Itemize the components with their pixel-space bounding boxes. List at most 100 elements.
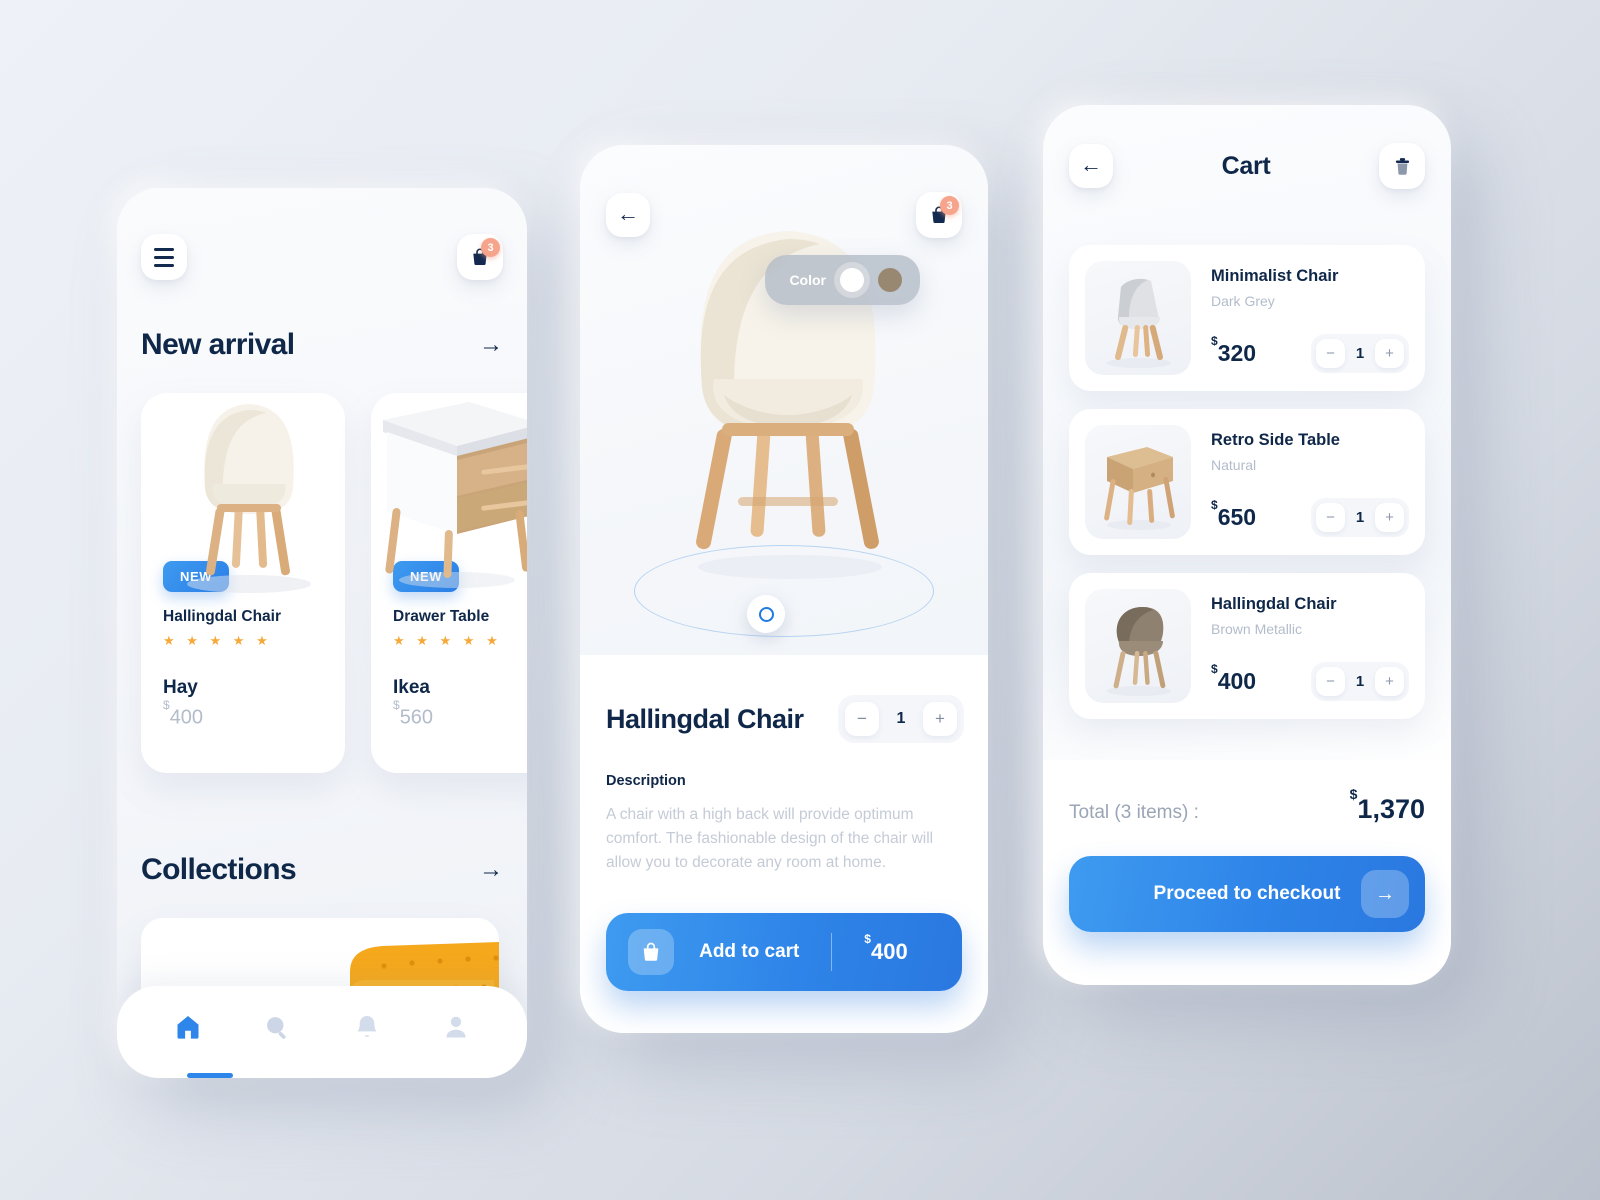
cart-screen: ← Cart Minimalist Chair Dark Grey $320 −… <box>1043 105 1451 985</box>
cart-item-body: Minimalist Chair Dark Grey $320 − 1 + <box>1191 261 1409 375</box>
cart-item-name: Retro Side Table <box>1211 431 1340 449</box>
new-arrival-cards: NEW Hallingdal Chair ★ ★ ★ ★ ★ Hay $400 … <box>141 393 527 773</box>
collections-arrow-icon[interactable]: → <box>479 858 503 882</box>
price-value: 560 <box>399 706 434 729</box>
tab-profile[interactable] <box>434 1005 478 1049</box>
quantity-stepper: − 1 + <box>1311 334 1409 373</box>
currency-symbol: $ <box>1349 786 1358 803</box>
cart-item-bottom: $400 − 1 + <box>1211 662 1409 701</box>
cart-item-bottom: $320 − 1 + <box>1211 334 1409 373</box>
collections-title: Collections <box>141 853 297 886</box>
product-image-stage: Color ← 3 <box>580 145 988 655</box>
tab-search[interactable] <box>255 1005 299 1049</box>
price-value: 650 <box>1217 504 1257 530</box>
total-label: Total (3 items) : <box>1069 802 1199 823</box>
cart-button[interactable]: 3 <box>457 234 503 280</box>
product-thumbnail <box>1085 589 1191 703</box>
quantity-decrease-button[interactable]: − <box>1316 667 1345 696</box>
quantity-decrease-button[interactable]: − <box>1316 339 1345 368</box>
quantity-decrease-button[interactable]: − <box>845 702 879 736</box>
rating-stars: ★ ★ ★ ★ ★ <box>393 633 502 648</box>
cart-item-price: $320 <box>1211 334 1256 367</box>
add-to-cart-price: $400 <box>832 932 940 965</box>
cart-topbar: ← Cart <box>1069 143 1425 189</box>
collections-header: Collections → <box>141 853 503 887</box>
page-indicator <box>187 1073 233 1078</box>
product-card[interactable]: NEW Drawer Table ★ ★ ★ ★ ★ Ikea $560 <box>371 393 527 773</box>
currency-symbol: $ <box>163 698 170 713</box>
detail-topbar: ← 3 <box>606 192 962 238</box>
cart-item-variant: Brown Metallic <box>1211 621 1303 637</box>
cart-item-bottom: $650 − 1 + <box>1211 498 1409 537</box>
rotate-360-handle[interactable] <box>747 595 785 633</box>
add-to-cart-label: Add to cart <box>699 941 800 962</box>
cart-item-variant: Natural <box>1211 457 1257 473</box>
cart-item-name: Hallingdal Chair <box>1211 595 1337 613</box>
arrow-left-icon: ← <box>1080 151 1102 177</box>
product-card[interactable]: NEW Hallingdal Chair ★ ★ ★ ★ ★ Hay $400 <box>141 393 345 773</box>
rating-stars: ★ ★ ★ ★ ★ <box>163 633 272 648</box>
back-button[interactable]: ← <box>606 193 650 237</box>
product-name: Hallingdal Chair <box>163 608 281 625</box>
quantity-stepper: − 1 + <box>838 695 964 743</box>
bell-icon <box>357 1016 377 1037</box>
price-value: 400 <box>870 939 908 964</box>
cart-item[interactable]: Hallingdal Chair Brown Metallic $400 − 1… <box>1069 573 1425 719</box>
cart-item-price: $650 <box>1211 498 1257 531</box>
page-title: Cart <box>1221 151 1271 180</box>
color-label: Color <box>789 272 826 288</box>
quantity-stepper: − 1 + <box>1311 498 1409 537</box>
description-text: A chair with a high back will provide op… <box>606 806 934 872</box>
cart-item-body: Hallingdal Chair Brown Metallic $400 − 1… <box>1191 589 1409 703</box>
arrow-right-icon: → <box>1361 870 1409 918</box>
price-value: 400 <box>1217 668 1257 694</box>
product-image-minimalist-chair <box>1107 278 1171 368</box>
back-button[interactable]: ← <box>1069 144 1113 188</box>
quantity-increase-button[interactable]: + <box>1375 667 1404 696</box>
color-swatch-brown[interactable] <box>878 268 902 292</box>
bottom-tab-bar <box>117 986 527 1078</box>
tab-home[interactable] <box>166 1005 210 1049</box>
cart-item-name: Minimalist Chair <box>1211 267 1339 285</box>
cart-footer: Total (3 items) : $1,370 Proceed to chec… <box>1043 760 1451 985</box>
trash-icon <box>1395 157 1409 175</box>
proceed-to-checkout-button[interactable]: Proceed to checkout → <box>1069 856 1425 932</box>
quantity-decrease-button[interactable]: − <box>1316 503 1345 532</box>
product-price: $400 <box>163 698 329 730</box>
quantity-increase-button[interactable]: + <box>1375 503 1404 532</box>
hamburger-menu-icon[interactable] <box>141 234 187 280</box>
rotate-ring-icon <box>758 606 774 622</box>
product-thumbnail <box>1085 425 1191 539</box>
currency-symbol: $ <box>864 932 871 947</box>
currency-symbol: $ <box>1211 661 1218 676</box>
add-to-cart-button[interactable]: Add to cart $400 <box>606 913 962 991</box>
quantity-stepper: − 1 + <box>1311 662 1409 701</box>
cart-item-body: Retro Side Table Natural $650 − 1 + <box>1191 425 1409 539</box>
cart-item-price: $400 <box>1211 662 1257 695</box>
description-label: Description <box>606 773 686 789</box>
product-image-hallingdal-chair-brown <box>1107 607 1171 696</box>
new-badge: NEW <box>393 561 460 592</box>
new-arrival-arrow-icon[interactable]: → <box>479 333 503 357</box>
cart-items-list: Minimalist Chair Dark Grey $320 − 1 + Re… <box>1069 245 1425 719</box>
product-thumbnail <box>1085 261 1191 375</box>
home-topbar: 3 <box>141 234 503 280</box>
quantity-value: 1 <box>896 710 906 727</box>
quantity-increase-button[interactable]: + <box>923 702 957 736</box>
product-brand: Hay <box>163 677 198 698</box>
product-image-retro-side-table <box>1104 447 1175 530</box>
color-swatch-white[interactable] <box>840 268 864 292</box>
tab-notifications[interactable] <box>345 1005 389 1049</box>
product-price: $560 <box>393 698 527 730</box>
shopping-bag-icon <box>643 942 659 961</box>
cart-button[interactable]: 3 <box>916 192 962 238</box>
quantity-increase-button[interactable]: + <box>1375 339 1404 368</box>
product-info-panel: Hallingdal Chair − 1 + Description A cha… <box>580 655 988 1033</box>
cart-item[interactable]: Retro Side Table Natural $650 − 1 + <box>1069 409 1425 555</box>
total-amount: 1,370 <box>1357 794 1425 824</box>
cart-item[interactable]: Minimalist Chair Dark Grey $320 − 1 + <box>1069 245 1425 391</box>
color-selector: Color <box>765 255 920 305</box>
product-detail-screen: Color ← 3 Hallingdal Chair − 1 + Descrip… <box>580 145 988 1033</box>
user-icon <box>446 1016 466 1038</box>
clear-cart-button[interactable] <box>1379 143 1425 189</box>
